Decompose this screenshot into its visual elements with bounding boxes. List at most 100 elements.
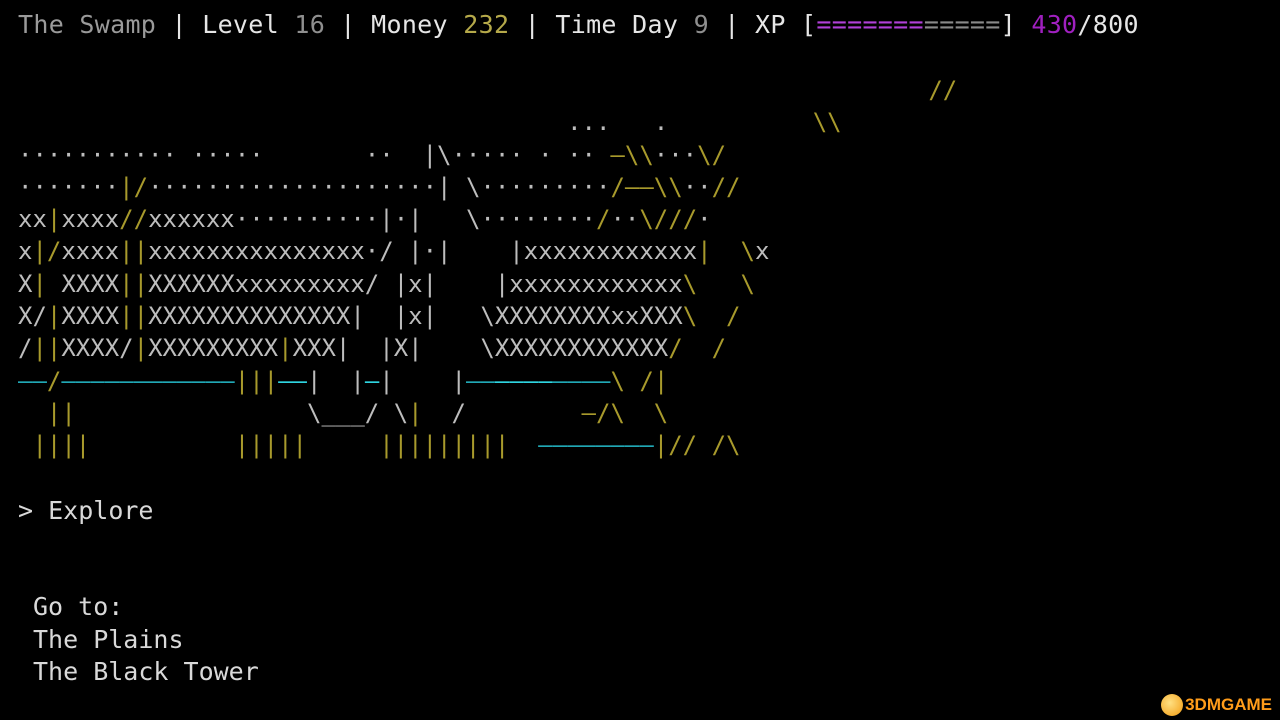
- status-separator: |: [708, 10, 755, 39]
- ascii-art-segment: /: [697, 302, 741, 331]
- ascii-art-line: X/|XXXX||XXXXXXXXXXXXXX| |x| \XXXXXXXXxx…: [18, 302, 741, 330]
- ascii-art-segment: |: [393, 366, 466, 395]
- travel-menu: Go to: The Plains The Black Tower: [33, 591, 259, 689]
- ascii-art-segment: XXXX/: [61, 334, 134, 363]
- ascii-art-segment: —\\: [610, 140, 654, 169]
- ascii-art-segment: //: [928, 76, 958, 104]
- ascii-art-segment: x: [18, 237, 33, 266]
- ascii-art-segment: |: [321, 366, 365, 395]
- ascii-art-segment: ··········· ····· ·· |\····· · ··: [18, 140, 611, 169]
- ascii-art-segment: xxxx: [61, 205, 120, 234]
- ascii-art-segment: /: [596, 205, 611, 234]
- ascii-art-segment: xxxxxxxxxxxx: [523, 237, 698, 266]
- ascii-art-segment: x: [754, 237, 770, 266]
- ascii-art-segment: \·········: [451, 172, 611, 201]
- ascii-art-segment: \: [682, 269, 698, 298]
- xp-slash: /: [1077, 10, 1093, 39]
- ascii-art-segment: |: [133, 269, 149, 298]
- ascii-art-line: || \___/ \| / —/\ \: [18, 399, 668, 427]
- ascii-art-segment: XXXXXXXXX: [148, 334, 279, 363]
- ascii-art-segment: \: [610, 366, 625, 395]
- ascii-art-segment: xx: [18, 205, 47, 234]
- ascii-art-segment: |||| ||||| |||||||||: [18, 431, 539, 460]
- ascii-art-segment: X: [18, 269, 33, 298]
- ascii-art-segment: |X| \XXXXXXXXXXXX: [350, 334, 669, 363]
- ascii-art-segment: //: [711, 172, 741, 201]
- ascii-art-segment: \\: [812, 108, 842, 137]
- ascii-art-line: /||XXXX/|XXXXXXXXX|XXX| |X| \XXXXXXXXXXX…: [18, 334, 726, 362]
- watermark: 3DMGAME: [1161, 694, 1272, 716]
- ascii-art-segment: XXXXXXXXXXXXXX|: [148, 302, 365, 331]
- swamp-ascii-art: // ... . \\ ··········· ····· ·· |\·····…: [18, 74, 957, 462]
- money-value: 232: [463, 10, 510, 39]
- ascii-art-segment: ··: [610, 205, 640, 234]
- xp-bar-empty: =====: [923, 10, 1001, 39]
- ascii-art-line: ·······|/····················| \········…: [18, 173, 741, 201]
- ascii-art-segment: |// /\: [653, 431, 741, 460]
- xp-bar-open: [: [801, 10, 817, 39]
- ascii-art-segment: /: [422, 398, 466, 427]
- ascii-art-segment: ——: [465, 366, 495, 395]
- ascii-art-segment: ————: [552, 366, 611, 395]
- location-name: The Swamp: [18, 10, 157, 39]
- ascii-art-line: //: [18, 76, 957, 104]
- time-label: Time: [555, 10, 617, 39]
- watermark-logo-icon: [1161, 694, 1184, 716]
- status-bar: The Swamp | Level 16 | Money 232 | Time …: [18, 8, 1139, 42]
- ascii-art-segment: xxxxxx··········|·|: [148, 205, 423, 234]
- ascii-art-segment: XXX|: [292, 334, 351, 363]
- ascii-art-segment: ··: [682, 172, 712, 201]
- ascii-art-segment: ····················|: [148, 172, 452, 201]
- prompt-action-explore[interactable]: Explore: [48, 496, 153, 525]
- ascii-art-segment: |/: [119, 172, 149, 201]
- ascii-art-segment: ——: [18, 366, 47, 395]
- ascii-art-segment: |·| |: [393, 237, 524, 266]
- ascii-art-segment: xxxxxxxxxxxxxxx·/: [148, 237, 394, 266]
- ascii-art-segment: XXXXXXxxxxxxxxx/: [148, 269, 380, 298]
- ascii-art-segment: |x| \XXXXXXXXxxXXX: [364, 302, 683, 331]
- day-label: Day: [632, 10, 679, 39]
- day-value: 9: [693, 10, 709, 39]
- ascii-art-line: xx|xxxx//xxxxxx··········|·| \········/·…: [18, 205, 712, 233]
- xp-current: 430: [1031, 10, 1078, 39]
- ascii-art-segment: |: [307, 366, 322, 395]
- ascii-art-segment: /——\\: [610, 172, 683, 201]
- ascii-art-segment: |/: [32, 237, 62, 266]
- ascii-art-segment: /: [46, 366, 62, 395]
- xp-bar-filled: =======: [816, 10, 924, 39]
- xp-bar-close: ]: [1000, 10, 1016, 39]
- level-value: 16: [294, 10, 326, 39]
- watermark-text: 3DMGAME: [1185, 695, 1272, 714]
- travel-option-black-tower[interactable]: The Black Tower: [33, 656, 259, 689]
- ascii-art-line: ... . \\: [18, 108, 842, 136]
- ascii-art-segment: \___/ \: [278, 398, 409, 427]
- command-prompt[interactable]: > Explore: [18, 495, 153, 527]
- ascii-art-segment: |: [46, 302, 62, 331]
- prompt-caret: >: [18, 496, 34, 525]
- ascii-art-segment: ·······: [18, 172, 120, 201]
- status-separator: |: [325, 10, 372, 39]
- ascii-art-line: X| XXXX||XXXXXXxxxxxxxxx/ |x| |xxxxxxxxx…: [18, 270, 755, 298]
- ascii-art-segment: |: [133, 302, 149, 331]
- ascii-art-segment: |: [119, 269, 134, 298]
- ascii-art-segment: \/: [697, 140, 727, 169]
- money-label: Money: [371, 10, 448, 39]
- ascii-art-segment: |||: [234, 366, 279, 395]
- ascii-art-segment: |: [119, 302, 134, 331]
- ascii-art-segment: |: [46, 205, 62, 234]
- ascii-art-segment: ————————————: [61, 366, 235, 395]
- ascii-art-segment: ————: [494, 366, 553, 395]
- xp-label: XP: [754, 10, 786, 39]
- travel-option-plains[interactable]: The Plains: [33, 624, 259, 657]
- ascii-art-segment: /: [668, 334, 683, 363]
- ascii-art-segment: |x| |: [379, 269, 510, 298]
- ascii-art-segment: ||: [119, 237, 149, 266]
- ascii-art-segment: ···: [653, 140, 698, 169]
- ascii-art-segment: /|: [624, 366, 669, 395]
- ascii-art-line: ——/————————————|||——| |—| |——————————\ /…: [18, 367, 668, 395]
- ascii-art-segment: —: [364, 366, 380, 395]
- travel-menu-header: Go to:: [33, 592, 124, 621]
- ascii-art-line: |||| ||||| ||||||||| ————————|// /\: [18, 431, 740, 459]
- ascii-art-segment: [18, 76, 928, 104]
- ascii-art-segment: |: [379, 366, 394, 395]
